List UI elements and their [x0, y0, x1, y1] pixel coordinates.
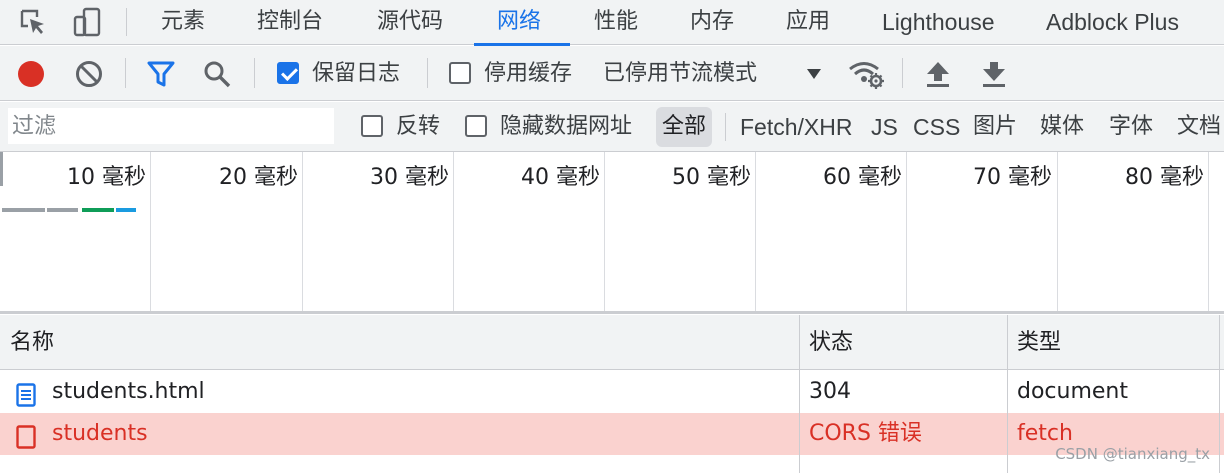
network-overview-timeline[interactable]: 10 毫秒 20 毫秒 30 毫秒 40 毫秒 50 毫秒 60 毫秒 70 毫… — [0, 152, 1224, 314]
watermark: CSDN @tianxiang_tx — [1055, 445, 1210, 463]
invert-label: 反转 — [396, 114, 441, 139]
request-status: 304 — [809, 379, 851, 404]
column-divider[interactable] — [1007, 315, 1008, 473]
timeline-request-bar — [2, 208, 45, 212]
timeline-tick-label: 40 毫秒 — [521, 165, 600, 190]
filter-type-media[interactable]: 媒体 — [1040, 107, 1084, 147]
network-conditions-icon[interactable] — [846, 58, 886, 90]
filter-type-fetch-xhr[interactable]: Fetch/XHR — [740, 107, 852, 147]
tab-lighthouse[interactable]: Lighthouse — [882, 0, 995, 45]
device-toolbar-icon[interactable] — [70, 6, 104, 38]
hide-data-urls-checkbox[interactable] — [465, 115, 487, 137]
disable-cache-checkbox[interactable] — [449, 62, 471, 84]
tab-adblock-plus[interactable]: Adblock Plus — [1046, 0, 1179, 45]
table-row[interactable]: students.html 304 document — [0, 371, 1224, 413]
timeline-request-bar — [47, 208, 78, 212]
toolbar-divider — [254, 58, 255, 88]
tab-network[interactable]: 网络 — [497, 0, 541, 45]
fetch-icon — [16, 422, 36, 449]
request-type: document — [1017, 379, 1128, 404]
timeline-tick-label: 20 毫秒 — [219, 165, 298, 190]
filter-type-img[interactable]: 图片 — [973, 107, 1017, 147]
download-icon[interactable] — [980, 58, 1008, 90]
filter-bar: 反转 隐藏数据网址 全部 Fetch/XHR JS CSS 图片 媒体 字体 文… — [0, 102, 1224, 152]
chevron-down-icon[interactable] — [804, 64, 824, 84]
filter-input[interactable] — [8, 108, 334, 144]
timeline-request-bar — [116, 208, 136, 212]
search-icon[interactable] — [202, 59, 232, 89]
column-header-name[interactable]: 名称 — [0, 315, 54, 370]
tab-application[interactable]: 应用 — [786, 0, 830, 45]
document-icon — [16, 380, 36, 407]
disable-cache-label: 停用缓存 — [484, 61, 573, 86]
tab-sources[interactable]: 源代码 — [377, 0, 443, 45]
network-toolbar: 保留日志 停用缓存 已停用节流模式 — [0, 46, 1224, 101]
timeline-tick-label: 10 毫秒 — [67, 165, 146, 190]
clear-icon[interactable] — [74, 59, 104, 89]
upload-icon[interactable] — [924, 58, 952, 90]
table-header: 名称 状态 类型 — [0, 315, 1224, 370]
column-header-type[interactable]: 类型 — [1007, 315, 1061, 370]
request-name: students — [52, 421, 148, 446]
preserve-log-label: 保留日志 — [312, 61, 401, 86]
inspect-element-icon[interactable] — [16, 6, 50, 38]
record-button[interactable] — [16, 59, 46, 89]
table-row[interactable]: students CORS 错误 fetch — [0, 413, 1224, 455]
filter-type-js[interactable]: JS — [871, 107, 898, 147]
tab-performance[interactable]: 性能 — [594, 0, 638, 45]
filter-divider — [725, 113, 726, 141]
filter-type-css[interactable]: CSS — [913, 107, 960, 147]
filter-type-doc[interactable]: 文档 — [1177, 107, 1221, 147]
timeline-tick-label: 30 毫秒 — [370, 165, 449, 190]
toolbar-divider — [902, 58, 903, 88]
tab-bar-divider — [126, 8, 127, 36]
column-header-status[interactable]: 状态 — [799, 315, 853, 370]
toolbar-divider — [427, 58, 428, 88]
hide-data-urls-label: 隐藏数据网址 — [500, 114, 633, 139]
filter-type-all[interactable]: 全部 — [656, 107, 713, 147]
throttling-select[interactable]: 已停用节流模式 — [603, 60, 757, 88]
toolbar-divider — [125, 58, 126, 88]
tab-memory[interactable]: 内存 — [690, 0, 734, 45]
timeline-tick-label: 60 毫秒 — [823, 165, 902, 190]
devtools-tab-bar: 元素 控制台 源代码 网络 性能 内存 应用 Lighthouse Adbloc… — [0, 0, 1224, 46]
timeline-tick-label: 80 毫秒 — [1125, 165, 1204, 190]
column-divider[interactable] — [1219, 315, 1220, 473]
invert-checkbox[interactable] — [361, 115, 383, 137]
timeline-tick-label: 50 毫秒 — [672, 165, 751, 190]
request-name: students.html — [52, 379, 205, 404]
tab-elements[interactable]: 元素 — [161, 0, 205, 45]
request-table: 名称 状态 类型 students.html 304 document stud… — [0, 315, 1224, 473]
column-divider[interactable] — [799, 315, 800, 473]
tab-console[interactable]: 控制台 — [257, 0, 323, 45]
timeline-request-bar — [82, 208, 114, 212]
filter-type-font[interactable]: 字体 — [1109, 107, 1153, 147]
request-status: CORS 错误 — [809, 421, 922, 446]
preserve-log-checkbox[interactable] — [277, 62, 299, 84]
filter-icon[interactable] — [146, 59, 176, 89]
timeline-tick-label: 70 毫秒 — [973, 165, 1052, 190]
